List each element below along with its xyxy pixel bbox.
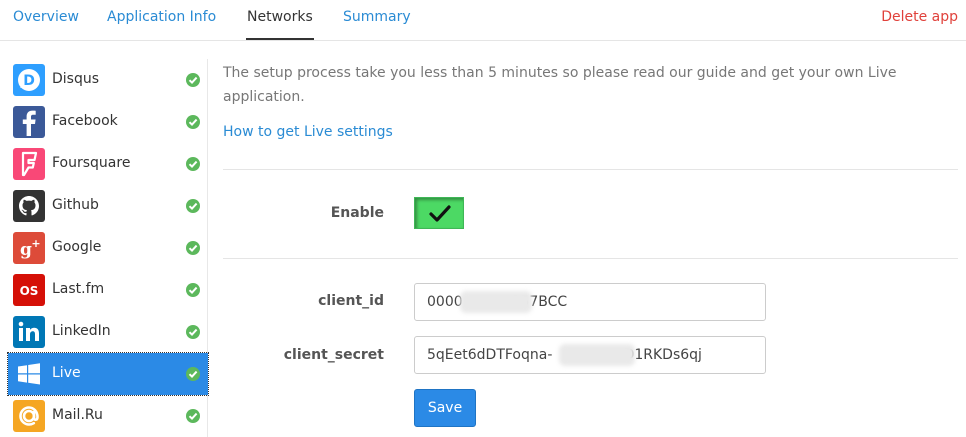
delete-app-link[interactable]: Delete app xyxy=(881,9,958,25)
check-icon xyxy=(186,73,200,87)
sidebar-item-label: Github xyxy=(52,197,99,213)
divider xyxy=(223,169,958,170)
sidebar-item-label: Live xyxy=(52,365,81,381)
sidebar-item-label: Mail.Ru xyxy=(52,407,103,423)
redaction-blur xyxy=(460,291,532,313)
check-icon xyxy=(186,241,200,255)
sidebar-item-label: Google xyxy=(52,239,102,255)
check-icon xyxy=(186,325,200,339)
sidebar-item-foursquare[interactable]: Foursquare xyxy=(8,143,208,185)
lastfm-icon: OS xyxy=(13,274,45,306)
sidebar-item-label: Foursquare xyxy=(52,155,131,171)
facebook-icon xyxy=(13,106,45,138)
check-icon xyxy=(186,199,200,213)
tab-summary[interactable]: Summary xyxy=(343,9,411,25)
sidebar-item-google[interactable]: g + Google xyxy=(8,227,208,269)
sidebar-item-label: Last.fm xyxy=(52,281,105,297)
checkmark-icon xyxy=(429,205,451,222)
sidebar-item-github[interactable]: Github xyxy=(8,185,208,227)
check-icon xyxy=(186,367,200,381)
tab-overview[interactable]: Overview xyxy=(13,9,79,25)
foursquare-icon xyxy=(13,148,45,180)
save-button[interactable]: Save xyxy=(414,389,476,427)
sidebar-item-label: LinkedIn xyxy=(52,323,111,339)
svg-text:D: D xyxy=(23,73,35,89)
sidebar-item-label: Facebook xyxy=(52,113,118,129)
sidebar-item-mailru[interactable]: Mail.Ru xyxy=(8,395,208,437)
top-tab-bar: Overview Application Info Networks Summa… xyxy=(0,0,966,41)
linkedin-icon xyxy=(13,316,45,348)
check-icon xyxy=(186,157,200,171)
network-sidebar: D Disqus Facebook Foursquare Github g + G… xyxy=(7,59,209,437)
active-tab-indicator xyxy=(246,38,314,40)
svg-text:+: + xyxy=(31,237,40,250)
disqus-icon: D xyxy=(13,64,45,96)
sidebar-item-label: Disqus xyxy=(52,71,100,87)
divider xyxy=(223,258,958,259)
redaction-blur xyxy=(559,344,635,366)
sidebar-item-live[interactable]: Live xyxy=(7,352,209,396)
setup-intro-text: The setup process take you less than 5 m… xyxy=(223,65,897,105)
sidebar-item-lastfm[interactable]: OS Last.fm xyxy=(8,269,208,311)
sidebar-item-disqus[interactable]: D Disqus xyxy=(8,59,208,101)
client-id-label: client_id xyxy=(318,293,384,309)
svg-text:OS: OS xyxy=(20,284,39,298)
sidebar-item-facebook[interactable]: Facebook xyxy=(8,101,208,143)
check-icon xyxy=(186,283,200,297)
github-icon xyxy=(13,190,45,222)
enable-toggle[interactable] xyxy=(414,197,464,229)
svg-text:g: g xyxy=(20,240,32,260)
tab-networks[interactable]: Networks xyxy=(247,9,313,25)
enable-label: Enable xyxy=(330,205,384,221)
guide-link[interactable]: How to get Live settings xyxy=(223,124,393,140)
google-plus-icon: g + xyxy=(13,232,45,264)
windows-icon xyxy=(13,358,45,390)
tab-application-info[interactable]: Application Info xyxy=(107,9,216,25)
check-icon xyxy=(186,115,200,129)
sidebar-item-linkedin[interactable]: LinkedIn xyxy=(8,311,208,353)
client-secret-label: client_secret xyxy=(283,347,384,363)
mailru-icon xyxy=(13,400,45,432)
check-icon xyxy=(186,409,200,423)
